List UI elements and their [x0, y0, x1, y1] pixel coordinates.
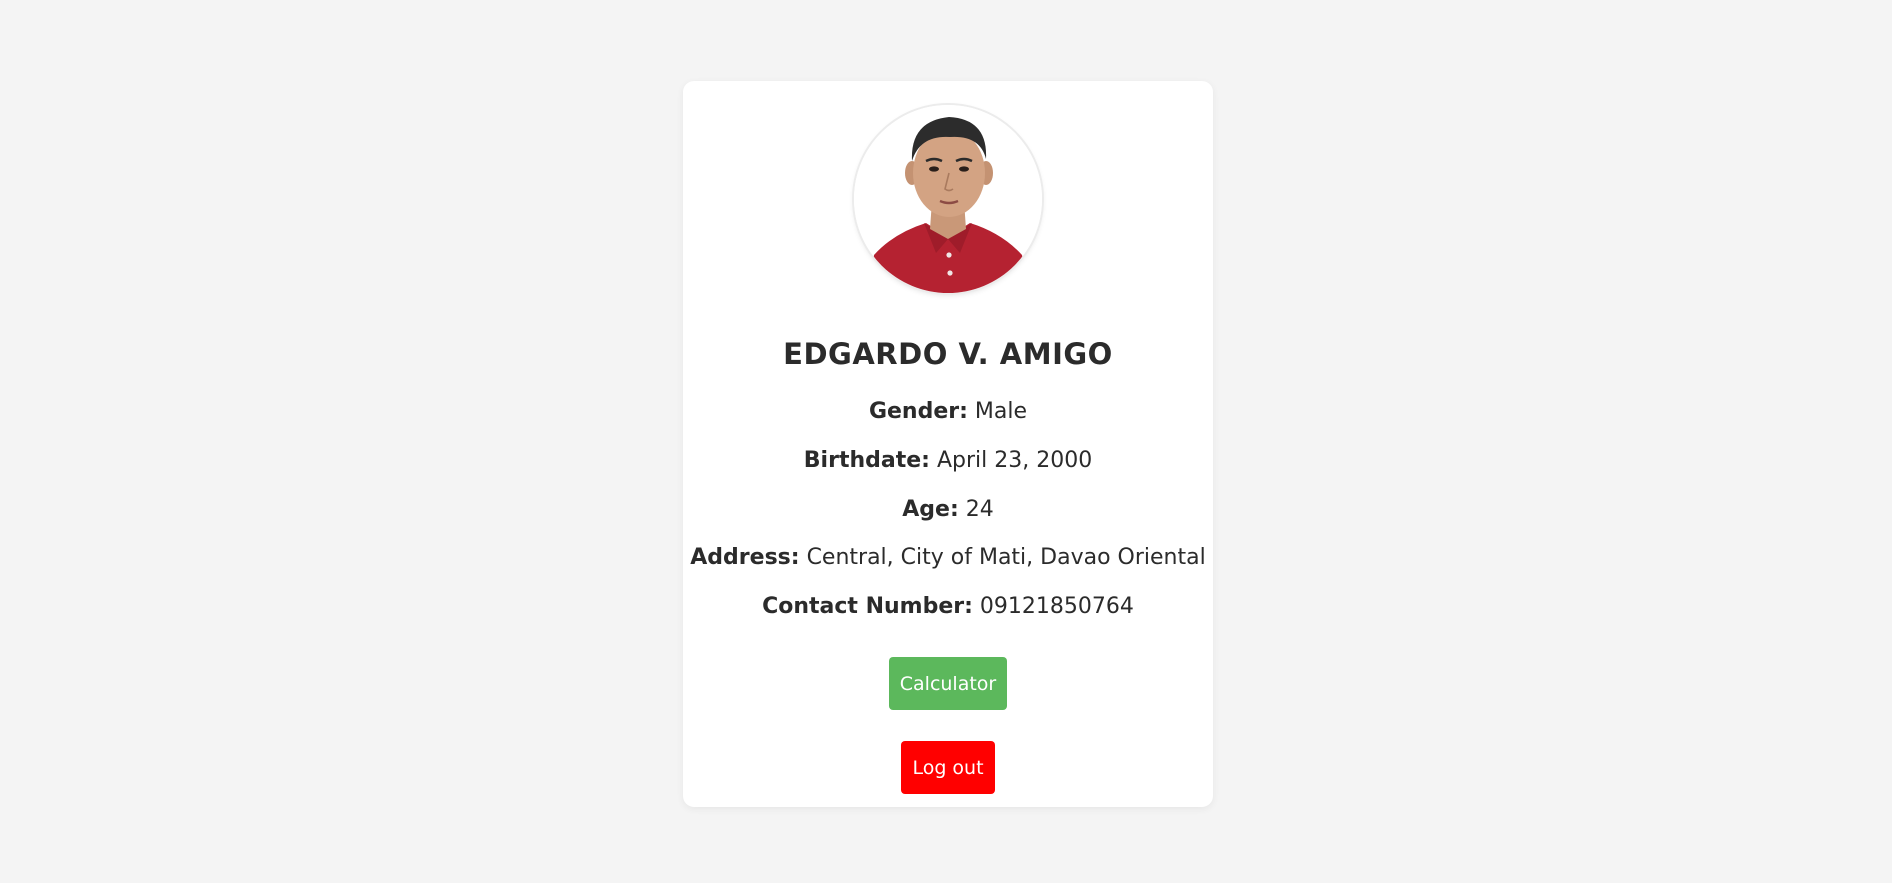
- gender-row: Gender: Male: [683, 399, 1213, 424]
- calculator-button[interactable]: Calculator: [889, 657, 1007, 710]
- profile-card: EDGARDO V. AMIGO Gender: Male Birthdate:…: [683, 81, 1213, 807]
- address-value: Central, City of Mati, Davao Oriental: [806, 545, 1206, 570]
- profile-avatar: [854, 105, 1042, 293]
- birthdate-row: Birthdate: April 23, 2000: [683, 448, 1213, 473]
- profile-name: EDGARDO V. AMIGO: [783, 337, 1113, 371]
- age-row: Age: 24: [683, 497, 1213, 522]
- age-label: Age:: [902, 497, 959, 522]
- logout-button[interactable]: Log out: [901, 741, 995, 794]
- birthdate-value: April 23, 2000: [936, 448, 1093, 473]
- address-label: Address:: [690, 545, 800, 570]
- age-value: 24: [965, 497, 994, 522]
- gender-label: Gender:: [868, 399, 968, 424]
- address-row: Address: Central, City of Mati, Davao Or…: [683, 545, 1213, 570]
- gender-value: Male: [974, 399, 1028, 424]
- contact-label: Contact Number:: [762, 594, 973, 619]
- birthdate-label: Birthdate:: [803, 448, 930, 473]
- contact-row: Contact Number: 09121850764: [683, 594, 1213, 619]
- contact-value: 09121850764: [979, 594, 1134, 619]
